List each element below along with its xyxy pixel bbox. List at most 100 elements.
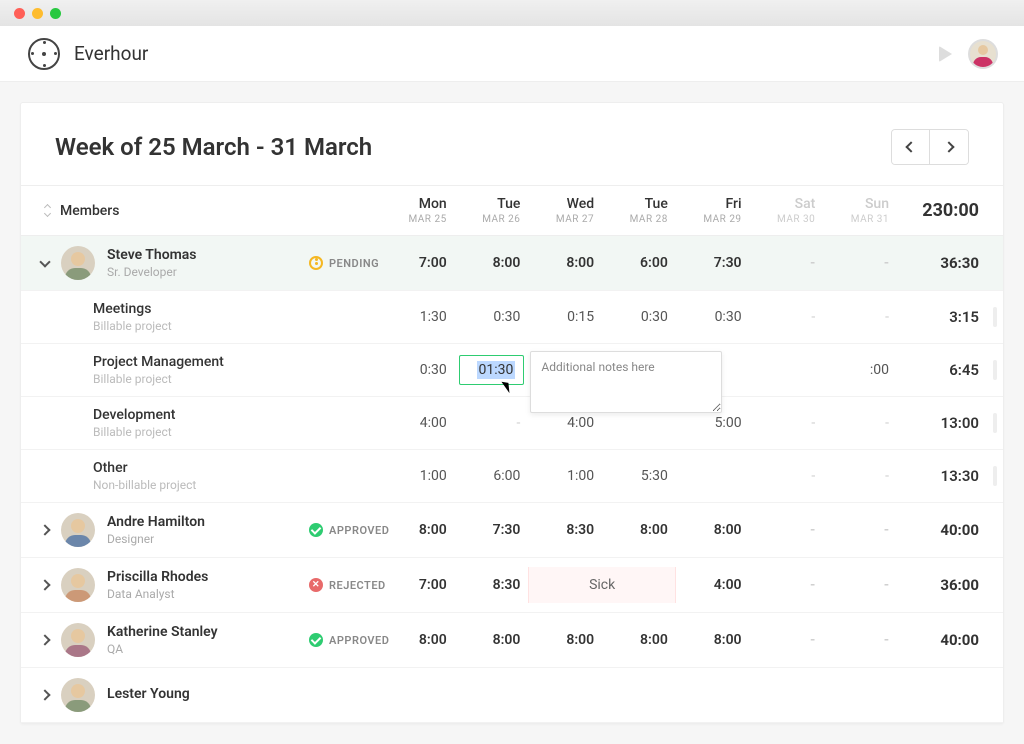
- time-cell[interactable]: -: [823, 405, 897, 441]
- member-cell[interactable]: Priscilla RhodesData Analyst: [21, 558, 301, 612]
- member-cell[interactable]: Katherine StanleyQA: [21, 613, 301, 667]
- chevron-right-icon[interactable]: [39, 634, 50, 645]
- time-cell[interactable]: 8:00: [381, 512, 455, 548]
- time-cell[interactable]: [676, 685, 750, 705]
- time-cell[interactable]: 0:15: [528, 299, 602, 335]
- time-cell[interactable]: 8:00: [676, 512, 750, 548]
- member-cell[interactable]: Andre HamiltonDesigner: [21, 503, 301, 557]
- time-cell[interactable]: 1:00: [381, 458, 455, 494]
- time-cell[interactable]: [528, 685, 602, 705]
- time-cell[interactable]: 1:30: [381, 299, 455, 335]
- time-cell[interactable]: 0:30: [381, 352, 455, 388]
- member-name: Steve Thomas: [107, 247, 197, 263]
- time-cell[interactable]: [750, 685, 824, 705]
- chevron-down-icon[interactable]: [39, 256, 50, 267]
- status-badge: APPROVED: [301, 513, 381, 547]
- time-cell[interactable]: -: [823, 245, 897, 281]
- next-week-button[interactable]: [930, 130, 968, 164]
- chevron-right-icon[interactable]: [39, 689, 50, 700]
- time-cell[interactable]: -: [750, 458, 824, 494]
- time-cell[interactable]: 8:00: [676, 622, 750, 658]
- window-zoom-dot[interactable]: [50, 8, 61, 19]
- time-cell[interactable]: -: [750, 622, 824, 658]
- time-cell[interactable]: -: [750, 567, 824, 603]
- time-cell[interactable]: 0:30: [455, 299, 529, 335]
- time-cell[interactable]: [602, 685, 676, 705]
- time-cell[interactable]: 0:30: [676, 299, 750, 335]
- time-cell[interactable]: 8:00: [381, 622, 455, 658]
- drag-handle-icon[interactable]: [993, 413, 997, 433]
- task-cell[interactable]: DevelopmentBillable project: [21, 397, 301, 449]
- time-cell[interactable]: 7:00: [381, 567, 455, 603]
- status-badge: PENDING: [301, 246, 381, 280]
- time-cell[interactable]: [750, 360, 824, 380]
- time-cell[interactable]: 4:00: [676, 567, 750, 603]
- current-user-avatar[interactable]: [970, 41, 996, 67]
- time-cell[interactable]: -: [750, 245, 824, 281]
- notes-popover[interactable]: Additional notes here: [530, 351, 722, 413]
- task-row: OtherNon-billable project1:006:001:005:3…: [21, 450, 1003, 503]
- time-cell[interactable]: 8:30: [528, 512, 602, 548]
- task-row: DevelopmentBillable project4:00-4:005:00…: [21, 397, 1003, 450]
- time-cell[interactable]: 8:00: [528, 622, 602, 658]
- time-cell[interactable]: 7:30: [455, 512, 529, 548]
- time-cell[interactable]: -: [750, 299, 824, 335]
- time-cell[interactable]: -: [750, 405, 824, 441]
- chevron-right-icon[interactable]: [39, 524, 50, 535]
- time-cell[interactable]: [455, 685, 529, 705]
- member-role: Designer: [107, 532, 205, 546]
- member-cell[interactable]: Lester Young: [21, 668, 301, 722]
- time-cell[interactable]: -: [750, 512, 824, 548]
- time-cell[interactable]: 7:30: [676, 245, 750, 281]
- window-minimize-dot[interactable]: [32, 8, 43, 19]
- window-close-dot[interactable]: [14, 8, 25, 19]
- time-cell[interactable]: 8:00: [528, 245, 602, 281]
- time-cell[interactable]: -: [823, 512, 897, 548]
- member-row: Katherine StanleyQAAPPROVED8:008:008:008…: [21, 613, 1003, 668]
- app-bar: Everhour: [0, 26, 1024, 82]
- time-cell[interactable]: 6:00: [602, 245, 676, 281]
- time-cell[interactable]: [381, 685, 455, 705]
- time-cell[interactable]: 4:00: [381, 405, 455, 441]
- time-cell[interactable]: -: [823, 567, 897, 603]
- time-cell[interactable]: [602, 413, 676, 433]
- day-header-wed: WedMAR 27: [528, 186, 602, 235]
- member-row: Steve ThomasSr. DeveloperPENDING7:008:00…: [21, 236, 1003, 291]
- time-cell[interactable]: 8:00: [602, 622, 676, 658]
- time-cell[interactable]: 8:30: [455, 567, 529, 603]
- time-cell[interactable]: 6:00: [455, 458, 529, 494]
- time-cell[interactable]: -: [823, 458, 897, 494]
- time-cell[interactable]: 5:30: [602, 458, 676, 494]
- row-total: 36:00: [897, 566, 987, 604]
- start-timer-icon[interactable]: [939, 46, 952, 62]
- task-cell[interactable]: Project ManagementBillable project: [21, 344, 301, 396]
- drag-handle-icon[interactable]: [993, 466, 997, 486]
- prev-week-button[interactable]: [892, 130, 930, 164]
- row-total: 13:30: [897, 457, 987, 495]
- status-badge: [301, 685, 381, 705]
- time-cell[interactable]: 8:00: [455, 622, 529, 658]
- time-cell[interactable]: [676, 466, 750, 486]
- time-cell[interactable]: -: [823, 299, 897, 335]
- sort-icon[interactable]: [45, 205, 50, 216]
- time-cell[interactable]: [823, 685, 897, 705]
- time-cell[interactable]: 0:30: [602, 299, 676, 335]
- task-cell[interactable]: MeetingsBillable project: [21, 291, 301, 343]
- drag-handle-icon[interactable]: [993, 360, 997, 380]
- time-cell[interactable]: 1:00: [528, 458, 602, 494]
- time-cell[interactable]: -: [823, 622, 897, 658]
- member-cell[interactable]: Steve ThomasSr. Developer: [21, 236, 301, 290]
- task-cell[interactable]: OtherNon-billable project: [21, 450, 301, 502]
- time-cell[interactable]: :00: [823, 352, 897, 388]
- time-cell[interactable]: -: [455, 405, 529, 441]
- task-name: Meetings: [93, 301, 293, 317]
- time-cell[interactable]: 8:00: [602, 512, 676, 548]
- members-column-header[interactable]: Members: [60, 203, 119, 219]
- member-role: Data Analyst: [107, 587, 208, 601]
- time-edit-cell[interactable]: 01:30Additional notes here: [455, 351, 529, 389]
- chevron-right-icon[interactable]: [39, 579, 50, 590]
- time-cell[interactable]: 8:00: [455, 245, 529, 281]
- time-cell[interactable]: 7:00: [381, 245, 455, 281]
- drag-handle-icon[interactable]: [993, 307, 997, 327]
- avatar: [61, 513, 95, 547]
